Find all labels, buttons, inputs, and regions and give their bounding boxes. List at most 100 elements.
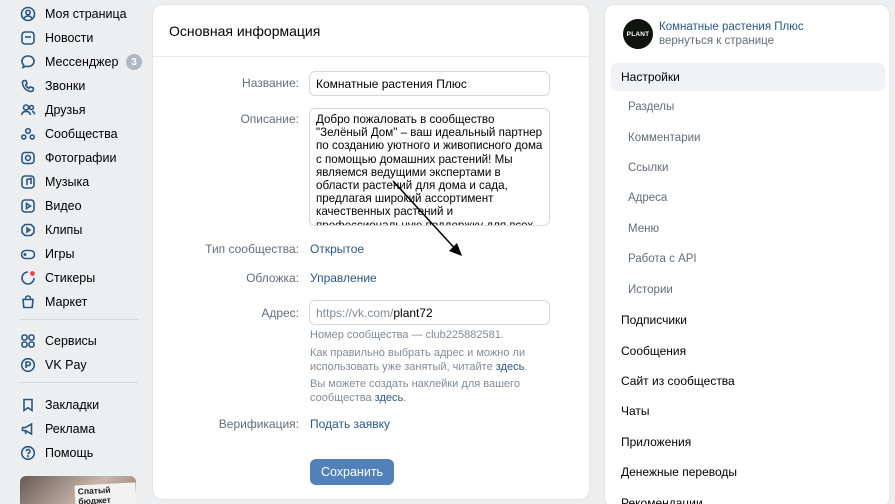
- community-name-input[interactable]: Комнатные растения Плюс: [309, 71, 550, 96]
- menu-links[interactable]: Ссылки: [611, 154, 885, 182]
- nav-divider: [20, 319, 138, 320]
- annotation-arrow: [392, 180, 462, 256]
- ads-icon: [20, 421, 36, 437]
- promo-text: Спатый бюджет: [74, 482, 136, 504]
- menu-apps[interactable]: Приложения: [611, 428, 885, 456]
- nav-item-stickers[interactable]: Стикеры: [14, 267, 146, 289]
- menu-comments[interactable]: Комментарии: [611, 124, 885, 152]
- menu-addresses[interactable]: Адреса: [611, 184, 885, 212]
- description-label: Описание:: [240, 112, 299, 126]
- menu-messages[interactable]: Сообщения: [611, 337, 885, 365]
- nav-label: Моя страница: [45, 7, 127, 21]
- nav-label: Сообщества: [45, 127, 118, 141]
- news-icon: [20, 30, 36, 46]
- nav-item-clips[interactable]: Клипы: [14, 219, 146, 241]
- video-icon: [20, 198, 36, 214]
- nav-item-calls[interactable]: Звонки: [14, 75, 146, 97]
- community-type-link[interactable]: Открытое: [310, 242, 364, 256]
- section-title: Основная информация: [169, 23, 321, 39]
- nav-label: VK Pay: [45, 358, 87, 372]
- name-label: Название:: [242, 76, 299, 90]
- nav-item-messenger[interactable]: Мессенджер 3: [14, 51, 146, 73]
- verification-label: Верификация:: [218, 417, 299, 431]
- nav-label: Закладки: [45, 398, 100, 412]
- nav-label: Друзья: [45, 103, 86, 117]
- menu-site[interactable]: Сайт из сообщества: [611, 367, 885, 395]
- nav-label: Видео: [45, 199, 82, 213]
- nav-label: Клипы: [45, 223, 83, 237]
- nav-item-games[interactable]: Игры: [14, 243, 146, 265]
- nav-item-music[interactable]: Музыка: [14, 171, 146, 193]
- menu-recommendations[interactable]: Рекомендации: [611, 489, 885, 504]
- nav-item-help[interactable]: Помощь: [14, 442, 146, 464]
- address-hint: Как правильно выбрать адрес и можно ли и…: [310, 347, 528, 373]
- nav-item-friends[interactable]: Друзья: [14, 99, 146, 121]
- stickers-hint: Вы можете создать наклейки для вашего со…: [310, 378, 520, 404]
- nav-item-news[interactable]: Новости: [14, 27, 146, 49]
- nav-item-photos[interactable]: Фотографии: [14, 147, 146, 169]
- menu-menu[interactable]: Меню: [611, 215, 885, 243]
- nav-label: Маркет: [45, 295, 88, 309]
- nav-item-video[interactable]: Видео: [14, 195, 146, 217]
- verification-apply-link[interactable]: Подать заявку: [310, 417, 390, 431]
- nav-label: Реклама: [45, 422, 96, 436]
- address-prefix: https://vk.com/: [316, 306, 394, 320]
- bookmark-icon: [20, 397, 36, 413]
- menu-stories[interactable]: Истории: [611, 276, 885, 304]
- settings-menu-card: PLANT Комнатные растения Плюс вернуться …: [604, 4, 890, 504]
- promo-banner[interactable]: Спатый бюджет: [20, 476, 136, 504]
- left-navigation: Моя страница Новости Мессенджер 3 Звонки…: [0, 0, 150, 504]
- section-divider: [153, 56, 589, 57]
- stickers-hint-link[interactable]: здесь: [375, 392, 404, 404]
- back-to-page-link[interactable]: вернуться к странице: [659, 35, 774, 47]
- nav-label: Музыка: [45, 175, 90, 189]
- menu-subscribers[interactable]: Подписчики: [611, 306, 885, 334]
- nav-item-ads[interactable]: Реклама: [14, 418, 146, 440]
- music-icon: [20, 174, 36, 190]
- address-label: Адрес:: [261, 306, 299, 320]
- address-hint-link[interactable]: здесь: [496, 361, 525, 373]
- address-value: plant72: [393, 306, 433, 320]
- communities-icon: [20, 126, 36, 142]
- nav-label: Игры: [45, 247, 75, 261]
- nav-label: Новости: [45, 31, 94, 45]
- save-button[interactable]: Сохранить: [310, 459, 394, 485]
- nav-label: Мессенджер: [45, 55, 119, 69]
- nav-item-bookmarks[interactable]: Закладки: [14, 394, 146, 416]
- stickers-hint-text: Вы можете создать наклейки для вашего со…: [310, 378, 520, 404]
- menu-settings[interactable]: Настройки: [611, 63, 885, 91]
- cover-manage-link[interactable]: Управление: [310, 271, 377, 285]
- friends-icon: [20, 102, 36, 118]
- nav-item-market[interactable]: Маркет: [14, 291, 146, 313]
- nav-item-services[interactable]: Сервисы: [14, 330, 146, 352]
- group-name-link[interactable]: Комнатные растения Плюс: [659, 21, 804, 33]
- user-icon: [20, 6, 36, 22]
- menu-money-transfers[interactable]: Денежные переводы: [611, 458, 885, 486]
- community-number-hint: Номер сообщества — club225882581.: [310, 329, 504, 341]
- help-icon: [20, 445, 36, 461]
- group-avatar[interactable]: PLANT: [623, 19, 653, 49]
- address-hint-text: Как правильно выбрать адрес и можно ли и…: [310, 347, 526, 373]
- menu-chats[interactable]: Чаты: [611, 397, 885, 425]
- basic-info-card: Основная информация Название: Комнатные …: [152, 4, 590, 500]
- nav-label: Фотографии: [45, 151, 117, 165]
- vkpay-icon: [20, 357, 36, 373]
- menu-sections[interactable]: Разделы: [611, 93, 885, 121]
- nav-label: Звонки: [45, 79, 86, 93]
- nav-item-my-page[interactable]: Моя страница: [14, 3, 146, 25]
- cover-label: Обложка:: [246, 271, 299, 285]
- address-input[interactable]: https://vk.com/ plant72: [309, 300, 550, 325]
- photo-icon: [20, 150, 36, 166]
- stickers-icon: [20, 270, 36, 286]
- menu-api[interactable]: Работа с API: [611, 245, 885, 273]
- nav-label: Сервисы: [45, 334, 97, 348]
- unread-badge: 3: [126, 54, 142, 70]
- games-icon: [20, 246, 36, 262]
- nav-label: Помощь: [45, 446, 94, 460]
- community-type-label: Тип сообщества:: [205, 242, 299, 256]
- chat-icon: [20, 54, 36, 70]
- nav-item-communities[interactable]: Сообщества: [14, 123, 146, 145]
- clips-icon: [20, 222, 36, 238]
- phone-icon: [20, 78, 36, 94]
- nav-item-vkpay[interactable]: VK Pay: [14, 354, 146, 376]
